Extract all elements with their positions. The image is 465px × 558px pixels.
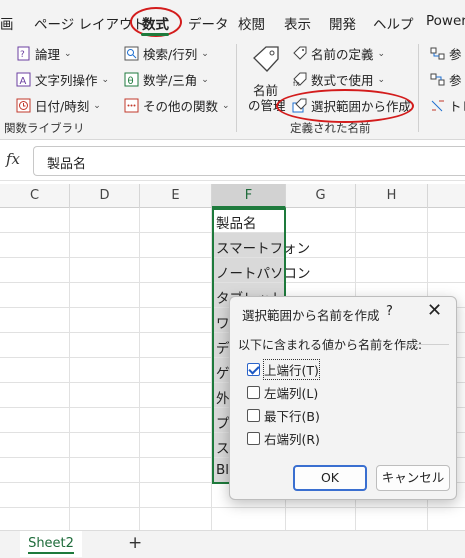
more-functions-icon bbox=[124, 98, 139, 113]
cancel-button[interactable]: キャンセル bbox=[376, 465, 450, 491]
define-name-button[interactable]: 名前の定義 ⌄ bbox=[292, 44, 385, 63]
tab-review[interactable]: 校閲 bbox=[238, 13, 265, 33]
tab-view[interactable]: 表示 bbox=[284, 13, 311, 33]
svg-text:?: ? bbox=[20, 50, 25, 60]
chevron-down-icon: ⌄ bbox=[93, 100, 101, 111]
bottom-row-label: 最下行(B) bbox=[264, 409, 320, 424]
chevron-down-icon: ⌄ bbox=[101, 74, 110, 85]
tag-icon bbox=[250, 44, 282, 80]
ribbon-panel: ? 論理 ⌄ A 文字列操作 ⌄ 日付/時刻 ⌄ 検索/行列 ⌄ θ 数学/三角… bbox=[0, 40, 465, 140]
column-header-g[interactable]: G bbox=[286, 184, 356, 208]
clock-icon bbox=[16, 98, 31, 113]
formula-value: 製品名 bbox=[47, 157, 87, 172]
chevron-down-icon: ⌄ bbox=[377, 48, 386, 59]
column-header-e[interactable]: E bbox=[140, 184, 212, 208]
active-tab-indicator bbox=[141, 33, 169, 36]
formula-input[interactable]: 製品名 bbox=[33, 146, 465, 176]
tab-developer[interactable]: 開発 bbox=[329, 13, 356, 33]
text-functions-label: 文字列操作 bbox=[35, 73, 98, 88]
ribbon-tab-bar: 画 ページ レイアウト 数式 データ 校閲 表示 開発 ヘルプ Power bbox=[0, 0, 465, 40]
checkbox-checked-icon[interactable] bbox=[247, 363, 260, 376]
svg-text:θ: θ bbox=[128, 76, 134, 87]
chevron-down-icon: ⌄ bbox=[201, 48, 209, 59]
group-separator bbox=[418, 44, 419, 132]
math-icon: θ bbox=[124, 72, 139, 87]
chevron-down-icon: ⌄ bbox=[377, 74, 386, 85]
trace-dependents-label: 参 bbox=[449, 73, 462, 88]
top-row-checkbox[interactable]: 上端行(T) bbox=[247, 359, 320, 380]
excel-window: 画 ページ レイアウト 数式 データ 校閲 表示 開発 ヘルプ Power ? … bbox=[0, 0, 465, 558]
more-functions-label: その他の関数 bbox=[143, 99, 219, 114]
help-icon[interactable]: ? bbox=[386, 304, 393, 319]
chevron-down-icon: ⌄ bbox=[64, 48, 72, 59]
trace-precedents-button[interactable]: 参 bbox=[430, 44, 462, 63]
math-label: 数学/三角 bbox=[143, 73, 198, 88]
left-column-label: 左端列(L) bbox=[264, 386, 319, 401]
create-names-dialog: 選択範囲から名前を作成 ? ✕ 以下に含まれる値から名前を作成: 上端行(T) … bbox=[229, 296, 457, 500]
text-functions-button[interactable]: A 文字列操作 ⌄ bbox=[16, 70, 109, 89]
tab-help[interactable]: ヘルプ bbox=[373, 13, 414, 33]
text-icon: A bbox=[16, 72, 31, 87]
right-column-label: 右端列(R) bbox=[264, 432, 320, 447]
use-in-formula-label: 数式で使用 bbox=[311, 73, 374, 88]
lookup-icon bbox=[124, 46, 139, 61]
trace-dependents-button[interactable]: 参 bbox=[430, 70, 462, 89]
column-header-h[interactable]: H bbox=[356, 184, 428, 208]
more-functions-button[interactable]: その他の関数 ⌄ bbox=[124, 96, 230, 115]
gridline bbox=[0, 507, 465, 508]
column-header-c[interactable]: C bbox=[0, 184, 70, 208]
tab-data[interactable]: データ bbox=[188, 13, 229, 33]
tab-power[interactable]: Power bbox=[426, 13, 465, 29]
logical-button[interactable]: ? 論理 ⌄ bbox=[16, 44, 72, 63]
group-divider bbox=[405, 344, 449, 345]
tag-icon bbox=[292, 46, 307, 61]
sheet-tab-sheet2[interactable]: Sheet2 bbox=[20, 531, 82, 557]
lookup-label: 検索/行列 bbox=[143, 47, 198, 62]
remove-arrows-icon bbox=[430, 98, 445, 113]
create-from-selection-highlight-circle bbox=[276, 89, 414, 123]
column-header-row: C D E F G H bbox=[0, 184, 465, 208]
column-header-f[interactable]: F bbox=[212, 184, 286, 208]
math-button[interactable]: θ 数学/三角 ⌄ bbox=[124, 70, 209, 89]
lookup-button[interactable]: 検索/行列 ⌄ bbox=[124, 44, 209, 63]
svg-text:A: A bbox=[20, 76, 27, 87]
sheet-tab-bar: Sheet2 + bbox=[0, 530, 465, 558]
checkbox-icon[interactable] bbox=[247, 432, 260, 445]
checkbox-icon[interactable] bbox=[247, 386, 260, 399]
trace-precedents-icon bbox=[430, 46, 445, 61]
datetime-label: 日付/時刻 bbox=[35, 99, 90, 114]
logical-label: 論理 bbox=[35, 47, 61, 62]
dialog-title: 選択範囲から名前を作成 bbox=[242, 308, 380, 323]
remove-arrows-button[interactable]: トレ bbox=[430, 96, 465, 115]
group-separator bbox=[236, 44, 237, 132]
define-name-label: 名前の定義 bbox=[311, 47, 374, 62]
group-label-function-library: 関数ライブラリ bbox=[4, 121, 85, 135]
column-header-d[interactable]: D bbox=[70, 184, 140, 208]
svg-text:fx: fx bbox=[293, 80, 300, 87]
top-row-label: 上端行(T) bbox=[263, 359, 320, 380]
remove-arrows-label: トレ bbox=[449, 99, 465, 114]
trace-dependents-icon bbox=[430, 72, 445, 87]
trace-precedents-label: 参 bbox=[449, 47, 462, 62]
column-header-i[interactable] bbox=[428, 184, 465, 208]
right-column-checkbox[interactable]: 右端列(R) bbox=[247, 429, 320, 448]
checkbox-icon[interactable] bbox=[247, 409, 260, 422]
close-icon[interactable]: ✕ bbox=[427, 300, 442, 321]
tab-partial[interactable]: 画 bbox=[0, 13, 14, 33]
chevron-down-icon: ⌄ bbox=[222, 100, 230, 111]
bottom-row-checkbox[interactable]: 最下行(B) bbox=[247, 406, 320, 425]
logical-icon: ? bbox=[16, 46, 31, 61]
chevron-down-icon: ⌄ bbox=[201, 74, 209, 85]
use-in-formula-button[interactable]: fx 数式で使用 ⌄ bbox=[292, 70, 385, 89]
add-sheet-icon[interactable]: + bbox=[128, 533, 142, 553]
datetime-button[interactable]: 日付/時刻 ⌄ bbox=[16, 96, 101, 115]
options-group-label: 以下に含まれる値から名前を作成: bbox=[238, 338, 423, 352]
use-in-formula-icon: fx bbox=[292, 72, 307, 88]
fx-icon[interactable]: fx bbox=[6, 150, 20, 168]
formula-bar: fx 製品名 bbox=[0, 141, 465, 181]
left-column-checkbox[interactable]: 左端列(L) bbox=[247, 383, 318, 402]
ok-button[interactable]: OK bbox=[293, 465, 367, 491]
